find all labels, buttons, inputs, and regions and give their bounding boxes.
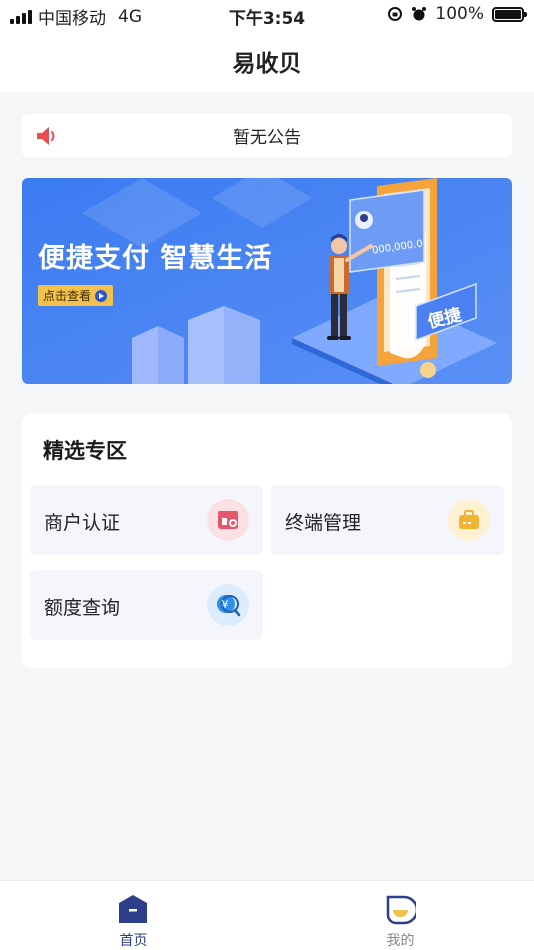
rotation-lock-icon [388, 7, 403, 21]
promo-banner[interactable]: 便捷支付 智慧生活 点击查看 000,000.0 便捷 [22, 178, 512, 384]
page-title: 易收贝 [232, 51, 302, 77]
merchant-store-icon [207, 499, 249, 541]
tab-profile[interactable]: 我的 [267, 881, 534, 950]
quota-search-icon: ¥ [207, 584, 249, 626]
tile-label: 终端管理 [285, 512, 362, 534]
section-title: 精选专区 [43, 439, 127, 463]
nav-bar: 易收贝 [0, 30, 534, 92]
tile-merchant-verification[interactable]: 商户认证 [30, 485, 263, 555]
tile-quota-inquiry[interactable]: 额度查询 ¥ [30, 570, 263, 640]
banner-illustration [22, 178, 512, 384]
speaker-icon [37, 127, 55, 145]
svg-text:¥: ¥ [222, 598, 229, 611]
alarm-icon [412, 7, 427, 21]
banner-cta-button[interactable]: 点击查看 [38, 285, 114, 306]
notice-bar[interactable]: 暂无公告 [22, 114, 512, 157]
play-icon [95, 289, 108, 302]
tile-terminal-management[interactable]: 终端管理 [271, 485, 504, 555]
tab-label: 首页 [119, 933, 148, 949]
status-bar: 中国移动 4G 下午3:54 100% [0, 0, 534, 30]
home-icon [119, 895, 147, 923]
tile-label: 商户认证 [44, 512, 121, 534]
battery-icon [492, 6, 527, 22]
notice-text: 暂无公告 [233, 128, 301, 148]
tile-label: 额度查询 [44, 597, 121, 619]
bottom-tab-bar: 首页 我的 [0, 880, 534, 950]
terminal-briefcase-icon [448, 499, 490, 541]
tab-home[interactable]: 首页 [0, 881, 267, 950]
battery-percent: 100% [435, 4, 484, 24]
banner-cta-label: 点击查看 [43, 289, 92, 303]
featured-section: 精选专区 商户认证 终端管理 额度查询 ¥ [22, 413, 512, 668]
tab-label: 我的 [386, 933, 415, 949]
profile-icon [386, 895, 416, 925]
banner-headline: 便捷支付 智慧生活 [38, 243, 273, 274]
